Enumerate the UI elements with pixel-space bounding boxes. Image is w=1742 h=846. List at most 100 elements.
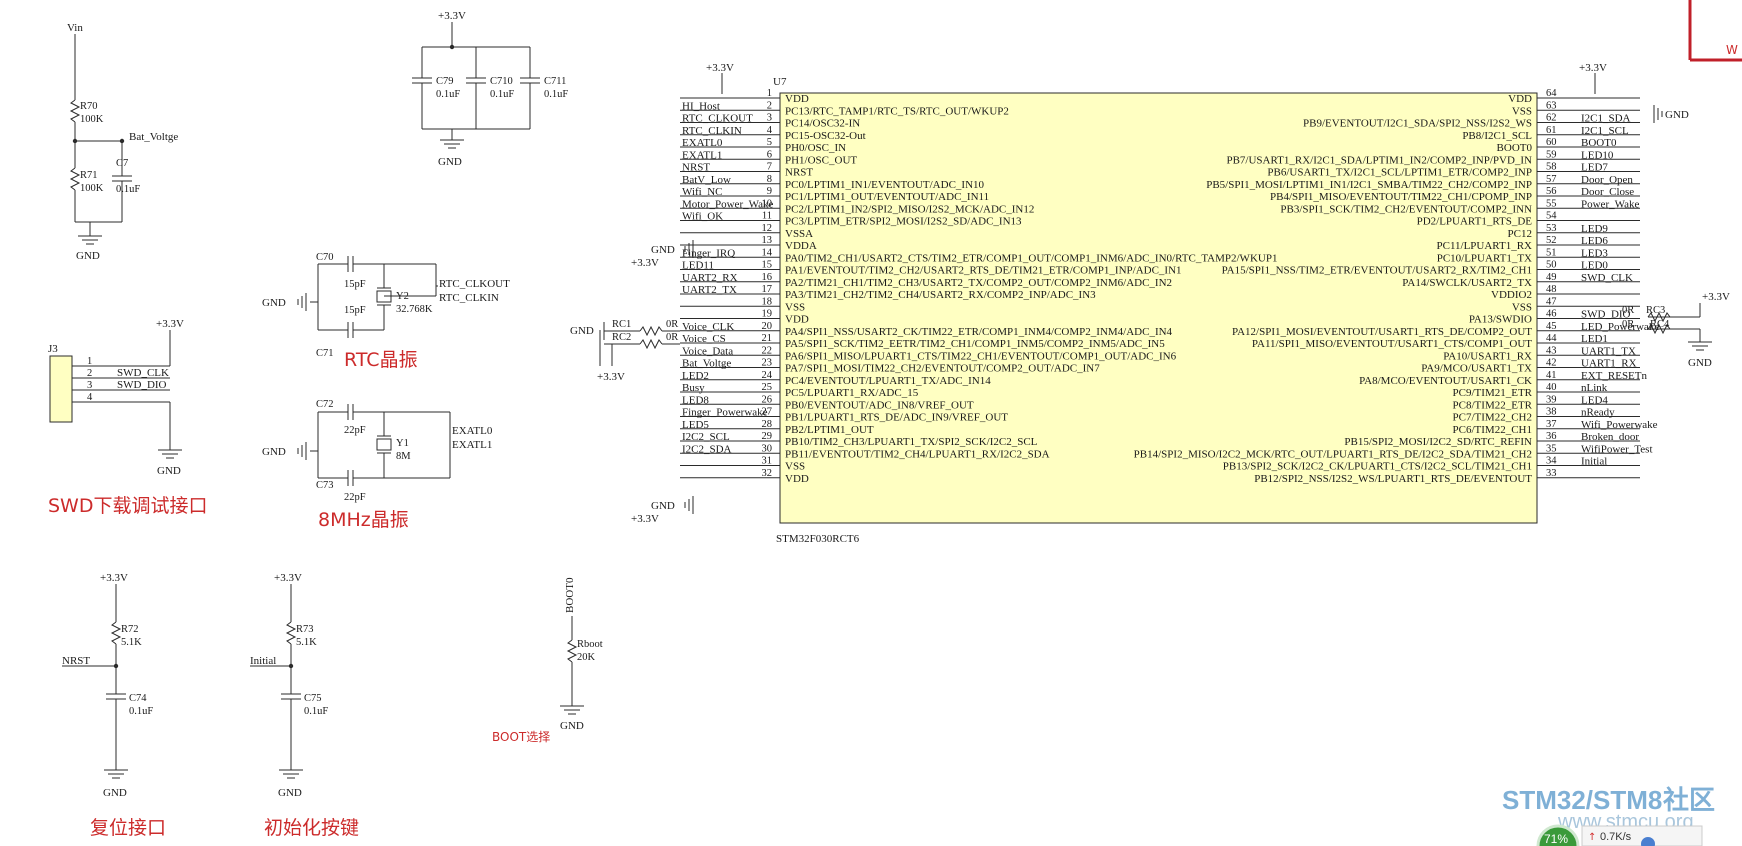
- rc2-label: RC2: [612, 332, 631, 343]
- v33-label: +3.3V: [631, 513, 659, 525]
- pin-number-left-5: 5: [767, 137, 772, 148]
- c710-label: C710: [490, 76, 513, 87]
- pin-name-left-25: PC5/LPUART1_RX/ADC_15: [785, 387, 919, 399]
- net-label-right-50: LED0: [1581, 260, 1608, 272]
- pin-number-left-21: 21: [762, 333, 773, 344]
- pin-name-left-29: PB10/TIM2_CH3/LPUART1_TX/SPI2_SCK/I2C2_S…: [785, 436, 1038, 448]
- pin-number-right-50: 50: [1546, 260, 1557, 271]
- net-label-left-20: Voice_CLK: [682, 321, 734, 333]
- initial-net: Initial: [250, 655, 276, 667]
- pin-number-left-18: 18: [762, 296, 773, 307]
- pin-name-left-32: VDD: [785, 473, 809, 485]
- pin-number-left-12: 12: [762, 223, 773, 234]
- pin-number-right-61: 61: [1546, 125, 1557, 136]
- gnd-label: GND: [438, 156, 462, 168]
- net-label-right-62: I2C1_SDA: [1581, 113, 1631, 125]
- pin-name-left-30: PB11/EVENTOUT/TIM2_CH4/LPUART1_RX/I2C2_S…: [785, 448, 1050, 460]
- v33-label: +3.3V: [706, 62, 734, 74]
- pin-name-left-27: PB1/LPUART1_RTS_DE/ADC_IN9/VREF_OUT: [785, 412, 1008, 424]
- net-label-left-11: Wifi_OK: [682, 211, 723, 223]
- rtc-clkout-net: RTC_CLKOUT: [439, 278, 510, 290]
- c711-value: 0.1uF: [544, 89, 568, 100]
- schematic-canvas: Vin R70 100K Bat_Voltge C7 0.1uF R71 100…: [48, 0, 1742, 846]
- boot-caption: BOOT选择: [492, 730, 550, 744]
- pin-name-right-33: PB12/SPI2_NSS/I2S2_WS/LPUART1_RTS_DE/EVE…: [1254, 473, 1532, 485]
- pin-number-right-56: 56: [1546, 186, 1557, 197]
- pin-name-left-16: PA2/TIM21_CH1/TIM2_CH3/USART2_TX/COMP2_O…: [785, 277, 1172, 289]
- r70-resistor: [69, 99, 81, 123]
- net-label-left-29: I2C2_SCL: [682, 431, 730, 443]
- gnd-label: GND: [560, 720, 584, 732]
- pin-number-left-19: 19: [762, 309, 773, 320]
- pin-name-left-20: PA4/SPI1_NSS/USART2_CK/TIM22_ETR/COMP1_I…: [785, 326, 1173, 338]
- net-label-right-43: UART1_TX: [1581, 345, 1636, 357]
- c72-capacitor: [347, 404, 354, 420]
- net-label-right-57: Door_Open: [1581, 174, 1633, 186]
- pin-name-right-35: PB14/SPI2_MISO/I2C2_MCK/RTC_OUT/LPUART1_…: [1134, 448, 1532, 460]
- pin-number-right-42: 42: [1546, 358, 1557, 369]
- swd-caption: SWD下载调试接口: [48, 495, 207, 517]
- r70-value: 100K: [80, 114, 104, 125]
- gnd-label: GND: [651, 500, 675, 512]
- net-label-left-2: HI_Host: [682, 100, 720, 112]
- pin-name-left-14: PA0/TIM2_CH1/USART2_CTS/TIM2_ETR/COMP1_O…: [785, 252, 1277, 264]
- net-label-left-22: Voice_Data: [682, 345, 733, 357]
- net-label-left-7: NRST: [682, 162, 710, 174]
- rboot-value: 20K: [577, 652, 596, 663]
- osc-caption: 8MHz晶振: [318, 509, 409, 531]
- pin-name-right-62: PB9/EVENTOUT/I2C1_SDA/SPI2_NSS/I2S2_WS: [1303, 118, 1532, 130]
- c74-value: 0.1uF: [129, 706, 153, 717]
- r70-label: R70: [80, 101, 98, 112]
- pin-number-right-46: 46: [1546, 309, 1557, 320]
- v33-label: +3.3V: [274, 572, 302, 584]
- corner-label: W: [1726, 43, 1738, 57]
- c710-value: 0.1uF: [490, 89, 514, 100]
- pin-name-left-28: PB2/LPTIM1_OUT: [785, 424, 874, 436]
- pin-name-right-49: PA14/SWCLK/USART2_TX: [1402, 277, 1532, 289]
- pin-name-right-56: PB4/SPI1_MISO/EVENTOUT/TIM22_CH1/CPOMP_I…: [1270, 191, 1532, 203]
- exatl1-net: EXATL1: [452, 439, 492, 451]
- c72-value: 22pF: [344, 425, 366, 436]
- gnd-label: GND: [1665, 109, 1689, 121]
- v33-label: +3.3V: [100, 572, 128, 584]
- pin-name-right-45: PA12/SPI1_MOSI/EVENTOUT/USART1_RTS_DE/CO…: [1232, 326, 1532, 338]
- j3-pin-1: 1: [87, 356, 92, 367]
- pin-number-right-52: 52: [1546, 235, 1557, 246]
- pin-name-left-24: PC4/EVENTOUT/LPUART1_TX/ADC_IN14: [785, 375, 991, 387]
- c711-label: C711: [544, 76, 566, 87]
- pin-number-left-15: 15: [762, 260, 773, 271]
- swd-dio-net: SWD_DIO: [117, 379, 167, 391]
- pin-number-left-23: 23: [762, 358, 773, 369]
- y2-value: 32.768K: [396, 304, 433, 315]
- net-label-right-35: WifiPower_Test: [1581, 443, 1653, 455]
- net-label-right-37: Wifi_Powerwake: [1581, 419, 1658, 431]
- c71-value: 15pF: [344, 305, 366, 316]
- pin-number-right-51: 51: [1546, 247, 1557, 258]
- pin-name-left-8: PC0/LPTIM1_IN1/EVENTOUT/ADC_IN10: [785, 179, 985, 191]
- net-label-right-59: LED10: [1581, 149, 1614, 161]
- gnd-label: GND: [157, 465, 181, 477]
- net-label-left-25: Busy: [682, 382, 705, 394]
- pin-name-right-55: PB3/SPI1_SCK/TIM2_CH2/EVENTOUT/COMP2_INN: [1280, 203, 1532, 215]
- pin-number-left-13: 13: [762, 235, 773, 246]
- v33-label: +3.3V: [1702, 291, 1730, 303]
- reset-block: +3.3V R72 5.1K NRST C74 0.1uF GND 复位接口: [62, 572, 166, 839]
- rc2-value: 0R: [666, 332, 678, 343]
- pin-name-right-41: PA8/MCO/EVENTOUT/USART1_CK: [1359, 375, 1532, 387]
- pin-name-right-51: PC10/LPUART1_TX: [1437, 252, 1532, 264]
- net-label-right-36: Broken_door: [1581, 431, 1639, 443]
- net-label-left-16: UART2_RX: [682, 272, 738, 284]
- pin-name-left-18: VSS: [785, 301, 805, 313]
- rboot-label: Rboot: [577, 639, 603, 650]
- net-label-right-56: Door_Close: [1581, 186, 1634, 198]
- pin-name-right-36: PB15/SPI2_MOSI/I2C2_SD/RTC_REFIN: [1344, 436, 1532, 448]
- boot-block: BOOT0 Rboot 20K GND BOOT选择: [492, 577, 603, 744]
- net-label-left-15: LED11: [682, 260, 714, 272]
- pin-name-right-48: VDDIO2: [1491, 289, 1532, 301]
- pin-number-right-64: 64: [1546, 88, 1557, 99]
- net-label-right-44: LED1: [1581, 333, 1608, 345]
- pin-number-right-39: 39: [1546, 394, 1557, 405]
- net-speed-widget[interactable]: 71% ↑ 0.7K/s: [1536, 824, 1703, 846]
- pin-name-right-34: PB13/SPI2_SCK/I2C2_CK/LPUART1_CTS/I2C2_S…: [1223, 461, 1532, 473]
- net-label-left-9: Wifi_NC: [682, 186, 723, 198]
